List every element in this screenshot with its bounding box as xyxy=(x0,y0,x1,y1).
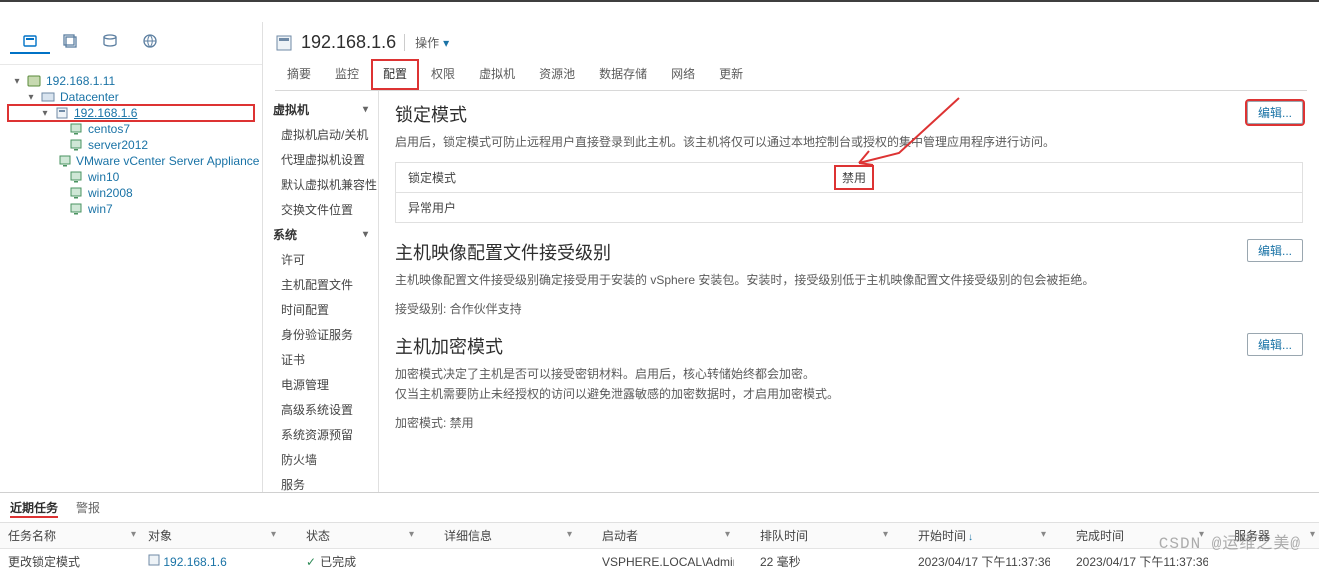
row-value xyxy=(826,193,1302,222)
section-desc: 启用后，锁定模式可防止远程用户直接登录到此主机。该主机将仅可以通过本地控制台或授… xyxy=(395,133,1303,152)
tree-vm[interactable]: VMware vCenter Server Appliance xyxy=(8,153,254,169)
tab-permissions[interactable]: 权限 xyxy=(419,59,467,90)
config-item[interactable]: 证书 xyxy=(263,347,378,372)
edit-encryption-button[interactable]: 编辑... xyxy=(1247,333,1303,356)
recent-tasks-panel: 近期任务 警报 任务名称▾ 对象▾ 状态▾ 详细信息▾ 启动者▾ 排队时间▾ 开… xyxy=(0,492,1319,574)
col-status[interactable]: 状态▾ xyxy=(298,523,418,549)
tab-summary[interactable]: 摘要 xyxy=(275,59,323,90)
hosts-clusters-icon[interactable] xyxy=(10,30,50,54)
table-row: 锁定模式 禁用 xyxy=(395,162,1303,192)
watermark: CSDN @运维之美@ xyxy=(1159,529,1301,553)
col-start[interactable]: 开始时间▾ xyxy=(910,523,1050,549)
config-item[interactable]: 系统资源预留 xyxy=(263,422,378,447)
tab-networks[interactable]: 网络 xyxy=(659,59,707,90)
col-object[interactable]: 对象▾ xyxy=(140,523,280,549)
main-tabs: 摘要 监控 配置 权限 虚拟机 资源池 数据存储 网络 更新 xyxy=(275,59,1307,91)
cell-object: 192.168.1.6 xyxy=(140,549,280,574)
tree-vm[interactable]: win10 xyxy=(8,169,254,185)
cell-status: ✓已完成 xyxy=(298,549,418,574)
config-item[interactable]: 时间配置 xyxy=(263,297,378,322)
col-queued[interactable]: 排队时间▾ xyxy=(752,523,892,549)
section-title-encryption: 主机加密模式 xyxy=(395,333,503,359)
inventory-tree: ▾192.168.1.11 ▾Datacenter ▾192.168.1.6 c… xyxy=(0,65,262,225)
cell-details xyxy=(436,549,576,574)
row-value: 禁用 xyxy=(826,163,1302,192)
tab-resource-pools[interactable]: 资源池 xyxy=(527,59,587,90)
section-title-lockdown: 锁定模式 xyxy=(395,101,467,127)
host-icon xyxy=(148,555,160,569)
config-item[interactable]: 电源管理 xyxy=(263,372,378,397)
tree-vcenter[interactable]: ▾192.168.1.11 xyxy=(8,73,254,89)
col-task-name[interactable]: 任务名称▾ xyxy=(0,523,140,549)
section-title-image-profile: 主机映像配置文件接受级别 xyxy=(395,239,611,265)
section-desc: 主机映像配置文件接受级别确定接受用于安装的 vSphere 安装包。安装时，接受… xyxy=(395,271,1303,290)
config-item[interactable]: 虚拟机启动/关机 xyxy=(263,122,378,147)
tree-datacenter[interactable]: ▾Datacenter xyxy=(8,89,254,105)
chevron-down-icon: ▾ xyxy=(363,104,368,115)
content-area: 锁定模式 编辑... 启用后，锁定模式可防止远程用户直接登录到此主机。该主机将仅… xyxy=(379,91,1319,492)
config-item[interactable]: 身份验证服务 xyxy=(263,322,378,347)
cell-queued: 22 毫秒 xyxy=(752,549,892,574)
edit-lockdown-button[interactable]: 编辑... xyxy=(1247,101,1303,124)
tree-vm[interactable]: centos7 xyxy=(8,121,254,137)
storage-icon[interactable] xyxy=(90,30,130,54)
config-item[interactable]: 高级系统设置 xyxy=(263,397,378,422)
cell-task-name: 更改锁定模式 xyxy=(0,549,140,574)
tree-host[interactable]: ▾192.168.1.6 xyxy=(8,105,254,121)
host-icon xyxy=(275,34,293,52)
col-initiator[interactable]: 启动者▾ xyxy=(594,523,734,549)
kv-acceptance-level: 接受级别: 合作伙伴支持 xyxy=(395,300,1303,317)
config-sidebar: 虚拟机▾ 虚拟机启动/关机 代理虚拟机设置 默认虚拟机兼容性 交换文件位置 系统… xyxy=(263,91,379,492)
actions-menu[interactable]: 操作 ▾ xyxy=(404,34,449,51)
config-group-system[interactable]: 系统▾ xyxy=(263,222,378,247)
row-label: 异常用户 xyxy=(396,193,826,222)
cell-initiator: VSPHERE.LOCAL\Administrator xyxy=(594,549,734,574)
vms-templates-icon[interactable] xyxy=(50,30,90,54)
tab-monitor[interactable]: 监控 xyxy=(323,59,371,90)
config-item[interactable]: 服务 xyxy=(263,472,378,492)
page-title: 192.168.1.6 xyxy=(301,32,396,53)
tree-vm[interactable]: win7 xyxy=(8,201,254,217)
chevron-down-icon: ▾ xyxy=(443,36,449,50)
row-label: 锁定模式 xyxy=(396,163,826,192)
config-item[interactable]: 交换文件位置 xyxy=(263,197,378,222)
kv-encryption-mode: 加密模式: 禁用 xyxy=(395,414,1303,431)
edit-image-profile-button[interactable]: 编辑... xyxy=(1247,239,1303,262)
tab-configure[interactable]: 配置 xyxy=(371,59,419,90)
tab-updates[interactable]: 更新 xyxy=(707,59,755,90)
table-row: 更改锁定模式 192.168.1.6 ✓已完成 VSPHERE.LOCAL\Ad… xyxy=(0,549,1319,574)
tree-vm[interactable]: server2012 xyxy=(8,137,254,153)
check-icon: ✓ xyxy=(306,555,316,569)
networking-icon[interactable] xyxy=(130,30,170,54)
table-row: 异常用户 xyxy=(395,192,1303,223)
config-item[interactable]: 主机配置文件 xyxy=(263,272,378,297)
tree-vm[interactable]: win2008 xyxy=(8,185,254,201)
tab-alarms[interactable]: 警报 xyxy=(76,499,100,518)
config-item[interactable]: 许可 xyxy=(263,247,378,272)
tab-vms[interactable]: 虚拟机 xyxy=(467,59,527,90)
config-item[interactable]: 代理虚拟机设置 xyxy=(263,147,378,172)
col-details[interactable]: 详细信息▾ xyxy=(436,523,576,549)
config-item[interactable]: 默认虚拟机兼容性 xyxy=(263,172,378,197)
config-item[interactable]: 防火墙 xyxy=(263,447,378,472)
status-badge: 禁用 xyxy=(838,169,870,186)
config-group-vm[interactable]: 虚拟机▾ xyxy=(263,97,378,122)
chevron-down-icon: ▾ xyxy=(363,229,368,240)
cell-start: 2023/04/17 下午11:37:36 xyxy=(910,549,1050,574)
tab-recent-tasks[interactable]: 近期任务 xyxy=(10,499,58,518)
inventory-view-tabs xyxy=(0,28,262,65)
tab-datastores[interactable]: 数据存储 xyxy=(587,59,659,90)
section-desc: 加密模式决定了主机是否可以接受密钥材料。启用后，核心转储始终都会加密。 仅当主机… xyxy=(395,365,1303,403)
